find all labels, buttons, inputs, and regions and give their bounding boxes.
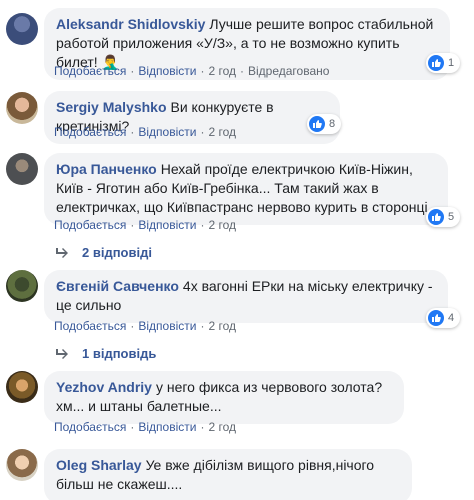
- like-link[interactable]: Подобається: [54, 125, 126, 139]
- reply-link[interactable]: Відповісти: [138, 319, 196, 333]
- reaction-count: 4: [448, 312, 455, 324]
- like-link[interactable]: Подобається: [54, 420, 126, 434]
- timestamp[interactable]: 2 год: [208, 64, 236, 78]
- comment-bubble: Юра Панченко Нехай проїде електричкою Киї…: [44, 153, 448, 225]
- reaction-badge[interactable]: 4: [426, 308, 461, 328]
- view-replies-link[interactable]: 1 відповідь: [56, 346, 156, 361]
- comment-actions: Подобається · Відповісти · 2 год: [54, 319, 236, 333]
- reply-link[interactable]: Відповісти: [138, 64, 196, 78]
- like-icon: [428, 310, 444, 326]
- reply-arrow-icon: [56, 348, 68, 359]
- comment-bubble: Oleg Sharlay Уе вже дібілізм вищого рівня…: [44, 449, 412, 500]
- comment-author[interactable]: Євгеній Савченко: [56, 278, 179, 294]
- like-link[interactable]: Подобається: [54, 64, 126, 78]
- reply-link[interactable]: Відповісти: [138, 420, 196, 434]
- like-link[interactable]: Подобається: [54, 218, 126, 232]
- edited-label[interactable]: Відредаговано: [248, 64, 329, 78]
- timestamp[interactable]: 2 год: [208, 218, 236, 232]
- timestamp[interactable]: 2 год: [208, 125, 236, 139]
- avatar[interactable]: [6, 449, 38, 481]
- like-icon: [309, 116, 325, 132]
- reply-arrow-icon: [56, 247, 68, 258]
- comment-actions: Подобається · Відповісти · 2 год: [54, 420, 236, 434]
- reply-link[interactable]: Відповісти: [138, 218, 196, 232]
- timestamp[interactable]: 2 год: [208, 420, 236, 434]
- timestamp[interactable]: 2 год: [208, 319, 236, 333]
- reaction-count: 5: [448, 211, 455, 223]
- avatar[interactable]: [6, 270, 38, 302]
- comment-actions: Подобається · Відповісти · 2 год: [54, 218, 236, 232]
- avatar[interactable]: [6, 13, 38, 45]
- comment-author[interactable]: Oleg Sharlay: [56, 457, 142, 473]
- like-link[interactable]: Подобається: [54, 319, 126, 333]
- comment-actions: Подобається · Відповісти · 2 год · Відредагова…: [54, 64, 330, 78]
- reaction-count: 8: [329, 118, 336, 130]
- avatar[interactable]: [6, 371, 38, 403]
- comment-author[interactable]: Sergiy Malyshko: [56, 99, 167, 115]
- view-replies-link[interactable]: 2 відповіді: [56, 245, 152, 260]
- comment-author[interactable]: Aleksandr Shidlovskiy: [56, 16, 205, 32]
- avatar[interactable]: [6, 153, 38, 185]
- comment-actions: Подобається · Відповісти · 2 год: [54, 125, 236, 139]
- reply-link[interactable]: Відповісти: [138, 125, 196, 139]
- replies-count: 1 відповідь: [82, 346, 157, 361]
- comment-bubble: Євгеній Савченко 4х вагонні ЕРки на міськ…: [44, 270, 448, 323]
- replies-count: 2 відповіді: [82, 245, 152, 260]
- comment-author[interactable]: Юра Панченко: [56, 161, 157, 177]
- reaction-badge[interactable]: 8: [307, 114, 342, 134]
- reaction-badge[interactable]: 5: [426, 207, 461, 227]
- avatar[interactable]: [6, 92, 38, 124]
- like-icon: [428, 55, 444, 71]
- reaction-count: 1: [448, 57, 455, 69]
- comment-bubble: Yezhov Andriy у него фикса из червового з…: [44, 371, 404, 424]
- comment-author[interactable]: Yezhov Andriy: [56, 379, 152, 395]
- like-icon: [428, 209, 444, 225]
- reaction-badge[interactable]: 1: [426, 53, 461, 73]
